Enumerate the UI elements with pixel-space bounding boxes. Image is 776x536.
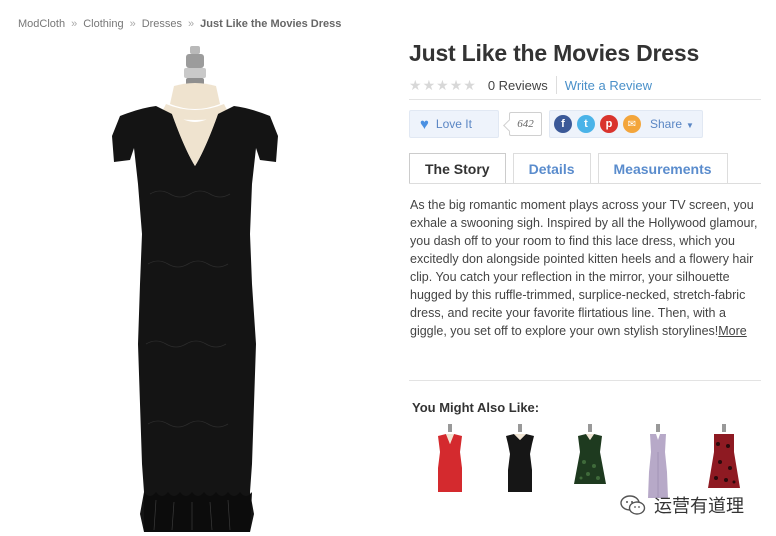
tab-measurements[interactable]: Measurements [597, 153, 728, 184]
description-text: As the big romantic moment plays across … [410, 198, 758, 338]
breadcrumb-separator: » [129, 18, 136, 30]
facebook-icon[interactable]: f [554, 115, 572, 133]
caret-down-icon: ▼ [686, 121, 694, 130]
product-title: Just Like the Movies Dress [409, 40, 700, 66]
breadcrumb-separator: » [71, 18, 78, 30]
tab-the-story[interactable]: The Story [409, 153, 506, 184]
reviews-count[interactable]: 0 Reviews [488, 78, 548, 93]
breadcrumb-separator: » [188, 18, 195, 30]
recommended-product-thumb[interactable] [700, 422, 748, 500]
red-dress-image [438, 424, 462, 492]
wechat-icon [620, 495, 646, 515]
pinterest-icon[interactable]: p [600, 115, 618, 133]
black-dress-image [506, 424, 534, 492]
rating-row: ★ ★ ★ ★ ★ 0 Reviews Write a Review [409, 74, 652, 96]
recommended-product-thumb[interactable] [426, 422, 474, 500]
breadcrumb-link-dresses[interactable]: Dresses [142, 18, 182, 30]
recommended-product-thumb[interactable] [566, 422, 614, 500]
also-like-carousel [422, 422, 752, 500]
social-row: ♥ Love It 642 f t p ✉ Share ▼ [409, 110, 703, 138]
product-tabs: The Story Details Measurements [409, 153, 735, 184]
email-icon[interactable]: ✉ [623, 115, 641, 133]
twitter-icon[interactable]: t [577, 115, 595, 133]
share-label: Share [650, 117, 683, 131]
lavender-gown-image [648, 424, 668, 498]
star-icon[interactable]: ★ [436, 78, 449, 92]
divider [555, 76, 557, 94]
red-lace-dress-image [708, 424, 740, 488]
breadcrumb-link-clothing[interactable]: Clothing [83, 18, 123, 30]
heart-icon: ♥ [420, 115, 429, 133]
also-like-title: You Might Also Like: [412, 400, 540, 415]
star-icon[interactable]: ★ [409, 78, 422, 92]
tab-details[interactable]: Details [512, 153, 591, 184]
divider [409, 380, 761, 381]
breadcrumb: ModCloth » Clothing » Dresses » Just Like the … [18, 18, 341, 30]
love-count-badge: 642 [509, 112, 542, 136]
tabs-underline [409, 183, 761, 184]
recommended-product-thumb[interactable] [634, 422, 682, 500]
divider [409, 99, 761, 100]
star-rating[interactable]: ★ ★ ★ ★ ★ [409, 78, 476, 92]
star-icon[interactable]: ★ [423, 78, 436, 92]
star-icon[interactable]: ★ [450, 78, 463, 92]
share-box: f t p ✉ Share ▼ [549, 110, 703, 138]
recommended-product-thumb[interactable] [496, 422, 544, 500]
share-dropdown[interactable]: Share ▼ [650, 117, 694, 131]
watermark: 运营有道理 [620, 492, 744, 518]
more-link[interactable]: More [718, 324, 746, 338]
love-it-button[interactable]: ♥ Love It [409, 110, 499, 138]
breadcrumb-link-modcloth[interactable]: ModCloth [18, 18, 65, 30]
dress-mannequin-image [112, 46, 278, 532]
write-review-link[interactable]: Write a Review [565, 78, 652, 93]
watermark-text: 运营有道理 [654, 496, 744, 516]
love-it-label: Love It [435, 117, 472, 131]
product-description: As the big romantic moment plays across … [410, 196, 766, 340]
breadcrumb-current: Just Like the Movies Dress [200, 18, 342, 30]
star-icon[interactable]: ★ [463, 78, 476, 92]
green-lace-dress-image [574, 424, 606, 484]
product-image[interactable] [100, 44, 290, 536]
